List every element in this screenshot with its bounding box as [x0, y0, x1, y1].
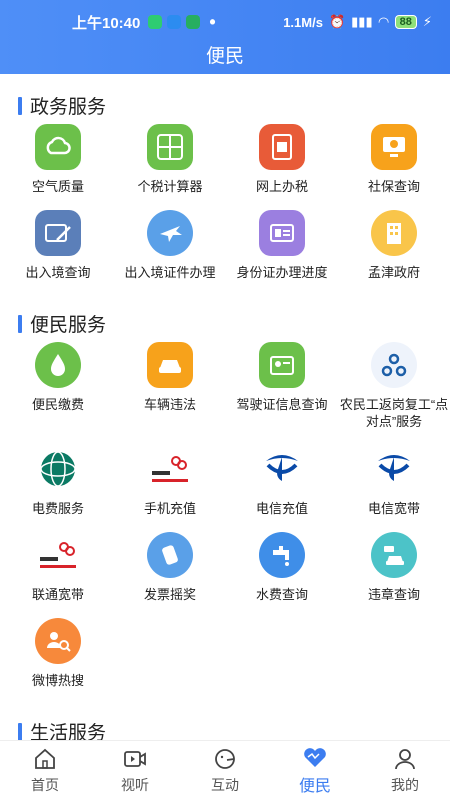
video-icon: [124, 750, 146, 767]
people-search-icon: [35, 618, 81, 664]
unicom-logo: [147, 446, 193, 492]
tab-video[interactable]: 视听: [90, 741, 180, 800]
unicom-logo: [35, 532, 81, 578]
tab-convenience[interactable]: 便民: [270, 741, 360, 800]
status-time: 上午10:40: [72, 14, 141, 32]
telecom-logo: [371, 446, 417, 492]
service-water-bill[interactable]: 水费查询: [226, 532, 338, 603]
calculator-icon: [147, 124, 193, 170]
section-marker: [18, 314, 22, 333]
service-telecom-broadband[interactable]: 电信宽带: [338, 446, 450, 517]
alarm-icon: ⏰: [328, 14, 346, 29]
id-card-pen-icon: [35, 210, 81, 256]
service-exit-entry-documents[interactable]: 出入境证件办理: [114, 210, 226, 281]
network-speed: 1.1M/s: [283, 14, 323, 30]
state-grid-logo: [35, 446, 81, 492]
more-notifications-icon: •: [209, 11, 216, 32]
status-bar: 上午10:40 • 1.1M/s ⏰ ▮▮▮ ◠ 88 ⚡: [0, 0, 450, 44]
monitor-icon: [371, 124, 417, 170]
alipay-icon: [167, 15, 182, 29]
service-invoice-lottery[interactable]: 发票摇奖: [114, 532, 226, 603]
chat-face-icon: [215, 748, 235, 769]
section-marker: [18, 96, 22, 115]
water-drop-icon: [35, 342, 81, 388]
license-icon: [259, 342, 305, 388]
id-card-icon: [259, 210, 305, 256]
service-id-card-progress[interactable]: 身份证办理进度: [226, 210, 338, 281]
service-traffic-violation-query[interactable]: 违章查询: [338, 532, 450, 603]
page-title: 便民: [0, 44, 450, 74]
service-vehicle-violation[interactable]: 车辆违法: [114, 342, 226, 413]
airplane-globe-icon: [147, 210, 193, 256]
user-icon: [395, 748, 415, 769]
car-icon: [147, 342, 193, 388]
service-telecom-recharge[interactable]: 电信充值: [226, 446, 338, 517]
bottom-tab-bar: 首页 视听 互动 便民 我的: [0, 740, 450, 800]
cloud-icon: [35, 124, 81, 170]
service-migrant-worker[interactable]: 农民工返岗复工“点对点”服务: [338, 342, 450, 430]
service-unicom-broadband[interactable]: 联通宽带: [2, 532, 114, 603]
wechat-icon: [148, 15, 163, 29]
service-driver-license[interactable]: 驾驶证信息查询: [226, 342, 338, 413]
charging-icon: ⚡: [422, 14, 432, 29]
service-air-quality[interactable]: 空气质量: [2, 124, 114, 195]
heart-icon: [304, 747, 326, 767]
service-exit-entry-query[interactable]: 出入境查询: [2, 210, 114, 281]
tab-interaction[interactable]: 互动: [180, 741, 270, 800]
service-mobile-recharge[interactable]: 手机充值: [114, 446, 226, 517]
status-right: 1.1M/s ⏰ ▮▮▮ ◠ 88 ⚡: [283, 14, 432, 30]
telecom-logo: [259, 446, 305, 492]
network-icon: [371, 342, 417, 388]
home-icon: [35, 748, 55, 769]
hand-shake-icon: [147, 532, 193, 578]
section-marker: [18, 722, 22, 740]
section-title-life: 生活服务: [18, 718, 106, 740]
tab-mine[interactable]: 我的: [360, 741, 450, 800]
signal-icon: ▮▮▮: [351, 14, 373, 29]
building-icon: [371, 210, 417, 256]
wifi-icon: ◠: [378, 14, 389, 29]
faucet-icon: [259, 532, 305, 578]
service-tax-calculator[interactable]: 个税计算器: [114, 124, 226, 195]
service-content[interactable]: 政务服务 空气质量 个税计算器 网上办税 社保查询 出入境查询 出入境证件办理 …: [0, 74, 450, 740]
service-utility-payment[interactable]: 便民缴费: [2, 342, 114, 413]
app-notification-icon: [186, 15, 201, 29]
service-electricity[interactable]: 电费服务: [2, 446, 114, 517]
service-weibo-trending[interactable]: 微博热搜: [2, 618, 114, 689]
camera-car-icon: [371, 532, 417, 578]
service-mengjin-government[interactable]: 孟津政府: [338, 210, 450, 281]
service-online-tax[interactable]: 网上办税: [226, 124, 338, 195]
battery-level: 88: [394, 15, 417, 29]
tab-home[interactable]: 首页: [0, 741, 90, 800]
tax-icon: [259, 124, 305, 170]
section-title-government: 政务服务: [18, 92, 106, 119]
service-social-security[interactable]: 社保查询: [338, 124, 450, 195]
section-title-convenience: 便民服务: [18, 310, 106, 337]
